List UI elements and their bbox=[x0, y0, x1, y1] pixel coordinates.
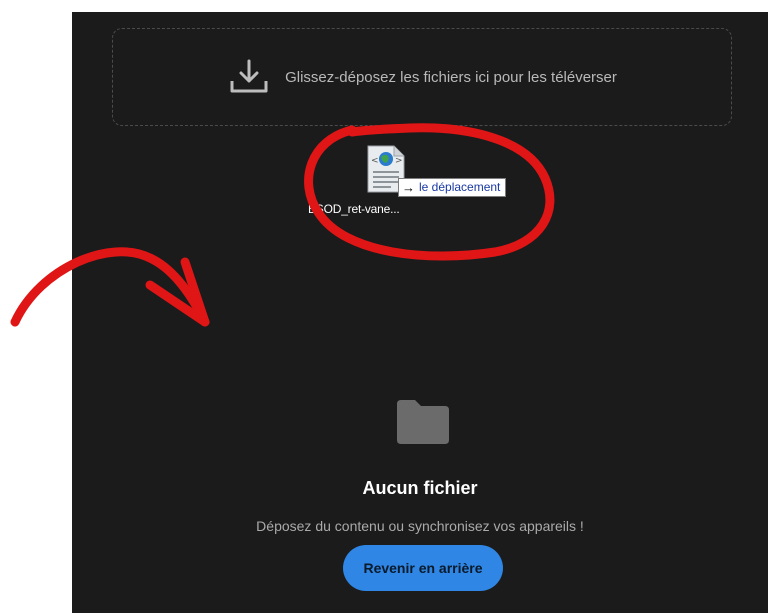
svg-text:<: < bbox=[371, 156, 379, 166]
drag-preview: < > → le déplacement BSOD_ret-vane... bbox=[298, 144, 507, 234]
go-back-button[interactable]: Revenir en arrière bbox=[343, 545, 503, 591]
empty-state-subtitle: Déposez du contenu ou synchronisez vos a… bbox=[256, 518, 584, 534]
dragged-file-name: BSOD_ret-vane... bbox=[308, 202, 400, 216]
move-tooltip: → le déplacement bbox=[398, 178, 507, 197]
download-tray-icon bbox=[230, 59, 268, 93]
dropzone-text: Glissez-déposez les fichiers ici pour le… bbox=[285, 68, 617, 86]
move-tooltip-text: le déplacement bbox=[419, 180, 501, 194]
file-drop-panel: Glissez-déposez les fichiers ici pour le… bbox=[72, 12, 768, 613]
arrow-right-icon: → bbox=[402, 179, 415, 195]
upload-dropzone[interactable]: Glissez-déposez les fichiers ici pour le… bbox=[112, 28, 732, 126]
empty-state-title: Aucun fichier bbox=[362, 478, 478, 498]
folder-icon bbox=[397, 400, 449, 444]
svg-text:>: > bbox=[395, 156, 403, 166]
